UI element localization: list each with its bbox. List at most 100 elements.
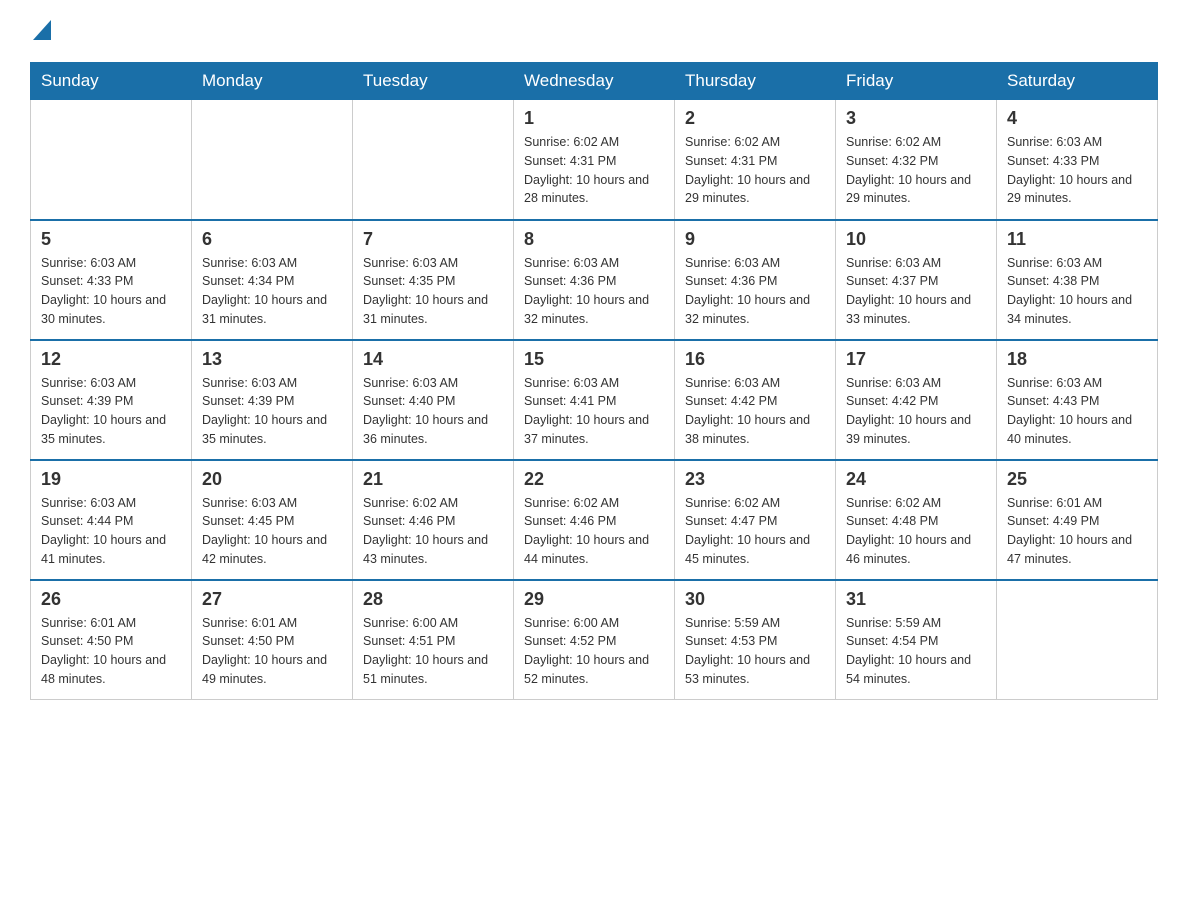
calendar-table: SundayMondayTuesdayWednesdayThursdayFrid… [30,62,1158,700]
day-info: Sunrise: 6:02 AM Sunset: 4:46 PM Dayligh… [363,494,503,569]
day-number: 16 [685,349,825,370]
day-header-sunday: Sunday [31,63,192,100]
day-info: Sunrise: 6:03 AM Sunset: 4:44 PM Dayligh… [41,494,181,569]
page-header [30,20,1158,42]
calendar-cell: 3 Sunrise: 6:02 AM Sunset: 4:32 PM Daylig… [836,100,997,220]
calendar-cell: 1 Sunrise: 6:02 AM Sunset: 4:31 PM Daylig… [514,100,675,220]
logo-triangle-icon [33,20,51,40]
calendar-cell: 8 Sunrise: 6:03 AM Sunset: 4:36 PM Daylig… [514,220,675,340]
day-info: Sunrise: 6:03 AM Sunset: 4:42 PM Dayligh… [685,374,825,449]
day-header-wednesday: Wednesday [514,63,675,100]
day-number: 8 [524,229,664,250]
calendar-cell: 6Sunrise: 6:03 AM Sunset: 4:34 PM Daylig… [192,220,353,340]
day-info: Sunrise: 6:03 AM Sunset: 4:43 PM Dayligh… [1007,374,1147,449]
calendar-cell: 24 Sunrise: 6:02 AM Sunset: 4:48 PM Dayli… [836,460,997,580]
day-number: 9 [685,229,825,250]
day-number: 24 [846,469,986,490]
day-info: Sunrise: 6:03 AM Sunset: 4:36 PM Dayligh… [685,254,825,329]
week-row-1: 1 Sunrise: 6:02 AM Sunset: 4:31 PM Daylig… [31,100,1158,220]
logo [30,20,51,42]
calendar-cell: 31 Sunrise: 5:59 AM Sunset: 4:54 PM Dayli… [836,580,997,700]
day-header-saturday: Saturday [997,63,1158,100]
day-info: Sunrise: 6:02 AM Sunset: 4:48 PM Dayligh… [846,494,986,569]
day-number: 13 [202,349,342,370]
day-number: 2 [685,108,825,129]
day-number: 17 [846,349,986,370]
day-number: 21 [363,469,503,490]
day-number: 22 [524,469,664,490]
calendar-cell: 14 Sunrise: 6:03 AM Sunset: 4:40 PM Dayli… [353,340,514,460]
day-number: 11 [1007,229,1147,250]
day-header-friday: Friday [836,63,997,100]
day-info: Sunrise: 6:03 AM Sunset: 4:41 PM Dayligh… [524,374,664,449]
day-info: Sunrise: 6:02 AM Sunset: 4:31 PM Dayligh… [524,133,664,208]
day-info: Sunrise: 6:03 AM Sunset: 4:45 PM Dayligh… [202,494,342,569]
day-number: 30 [685,589,825,610]
calendar-cell: 17Sunrise: 6:03 AM Sunset: 4:42 PM Dayli… [836,340,997,460]
day-info: Sunrise: 6:02 AM Sunset: 4:46 PM Dayligh… [524,494,664,569]
day-info: Sunrise: 6:02 AM Sunset: 4:47 PM Dayligh… [685,494,825,569]
day-info: Sunrise: 6:03 AM Sunset: 4:37 PM Dayligh… [846,254,986,329]
calendar-cell: 16 Sunrise: 6:03 AM Sunset: 4:42 PM Dayli… [675,340,836,460]
day-number: 23 [685,469,825,490]
calendar-cell: 26Sunrise: 6:01 AM Sunset: 4:50 PM Dayli… [31,580,192,700]
day-info: Sunrise: 6:03 AM Sunset: 4:36 PM Dayligh… [524,254,664,329]
day-info: Sunrise: 6:02 AM Sunset: 4:31 PM Dayligh… [685,133,825,208]
calendar-cell [192,100,353,220]
day-header-monday: Monday [192,63,353,100]
calendar-cell: 18 Sunrise: 6:03 AM Sunset: 4:43 PM Dayli… [997,340,1158,460]
day-info: Sunrise: 6:03 AM Sunset: 4:33 PM Dayligh… [41,254,181,329]
day-number: 15 [524,349,664,370]
calendar-cell: 4 Sunrise: 6:03 AM Sunset: 4:33 PM Daylig… [997,100,1158,220]
day-number: 29 [524,589,664,610]
day-info: Sunrise: 6:03 AM Sunset: 4:33 PM Dayligh… [1007,133,1147,208]
day-info: Sunrise: 6:01 AM Sunset: 4:50 PM Dayligh… [202,614,342,689]
day-number: 19 [41,469,181,490]
calendar-cell [31,100,192,220]
day-info: Sunrise: 6:01 AM Sunset: 4:49 PM Dayligh… [1007,494,1147,569]
calendar-cell: 9 Sunrise: 6:03 AM Sunset: 4:36 PM Daylig… [675,220,836,340]
calendar-cell: 25 Sunrise: 6:01 AM Sunset: 4:49 PM Dayli… [997,460,1158,580]
calendar-cell: 29 Sunrise: 6:00 AM Sunset: 4:52 PM Dayli… [514,580,675,700]
day-info: Sunrise: 6:03 AM Sunset: 4:40 PM Dayligh… [363,374,503,449]
calendar-cell: 28 Sunrise: 6:00 AM Sunset: 4:51 PM Dayli… [353,580,514,700]
day-number: 7 [363,229,503,250]
day-number: 3 [846,108,986,129]
calendar-cell: 2 Sunrise: 6:02 AM Sunset: 4:31 PM Daylig… [675,100,836,220]
calendar-cell: 20Sunrise: 6:03 AM Sunset: 4:45 PM Dayli… [192,460,353,580]
calendar-cell: 27Sunrise: 6:01 AM Sunset: 4:50 PM Dayli… [192,580,353,700]
day-info: Sunrise: 6:03 AM Sunset: 4:39 PM Dayligh… [41,374,181,449]
calendar-cell [353,100,514,220]
calendar-cell: 5 Sunrise: 6:03 AM Sunset: 4:33 PM Daylig… [31,220,192,340]
day-number: 18 [1007,349,1147,370]
calendar-cell [997,580,1158,700]
calendar-cell: 10Sunrise: 6:03 AM Sunset: 4:37 PM Dayli… [836,220,997,340]
calendar-cell: 19 Sunrise: 6:03 AM Sunset: 4:44 PM Dayli… [31,460,192,580]
day-info: Sunrise: 6:03 AM Sunset: 4:39 PM Dayligh… [202,374,342,449]
day-info: Sunrise: 6:02 AM Sunset: 4:32 PM Dayligh… [846,133,986,208]
calendar-cell: 23 Sunrise: 6:02 AM Sunset: 4:47 PM Dayli… [675,460,836,580]
calendar-cell: 7 Sunrise: 6:03 AM Sunset: 4:35 PM Daylig… [353,220,514,340]
day-info: Sunrise: 6:00 AM Sunset: 4:52 PM Dayligh… [524,614,664,689]
day-number: 12 [41,349,181,370]
day-info: Sunrise: 6:01 AM Sunset: 4:50 PM Dayligh… [41,614,181,689]
calendar-header-row: SundayMondayTuesdayWednesdayThursdayFrid… [31,63,1158,100]
day-info: Sunrise: 6:03 AM Sunset: 4:35 PM Dayligh… [363,254,503,329]
day-info: Sunrise: 6:03 AM Sunset: 4:38 PM Dayligh… [1007,254,1147,329]
day-number: 5 [41,229,181,250]
day-header-thursday: Thursday [675,63,836,100]
week-row-4: 19 Sunrise: 6:03 AM Sunset: 4:44 PM Dayli… [31,460,1158,580]
calendar-cell: 21 Sunrise: 6:02 AM Sunset: 4:46 PM Dayli… [353,460,514,580]
day-number: 4 [1007,108,1147,129]
calendar-cell: 22 Sunrise: 6:02 AM Sunset: 4:46 PM Dayli… [514,460,675,580]
week-row-5: 26Sunrise: 6:01 AM Sunset: 4:50 PM Dayli… [31,580,1158,700]
day-number: 14 [363,349,503,370]
day-header-tuesday: Tuesday [353,63,514,100]
calendar-cell: 11 Sunrise: 6:03 AM Sunset: 4:38 PM Dayli… [997,220,1158,340]
day-number: 1 [524,108,664,129]
day-info: Sunrise: 5:59 AM Sunset: 4:54 PM Dayligh… [846,614,986,689]
day-number: 28 [363,589,503,610]
day-number: 25 [1007,469,1147,490]
day-number: 31 [846,589,986,610]
day-info: Sunrise: 6:00 AM Sunset: 4:51 PM Dayligh… [363,614,503,689]
